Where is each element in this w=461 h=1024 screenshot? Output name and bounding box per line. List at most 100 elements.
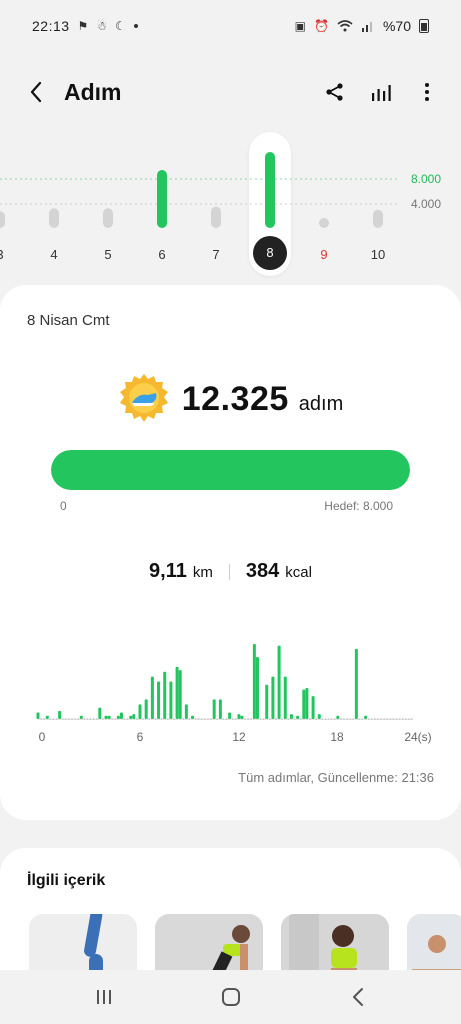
- app-icon: ☃: [96, 19, 108, 33]
- hourly-bar: [354, 648, 358, 719]
- hourly-dot: [216, 718, 219, 720]
- hourly-bar: [302, 689, 306, 719]
- status-left: 22:13 ⚑ ☃ ☾: [32, 18, 138, 34]
- day-column[interactable]: 5: [88, 130, 128, 280]
- hourly-dot: [250, 718, 253, 720]
- hourly-dot: [333, 718, 336, 720]
- hourly-bar: [163, 671, 167, 719]
- hourly-dot: [309, 718, 311, 720]
- hourly-dot: [160, 718, 163, 720]
- hourly-dot: [268, 718, 271, 720]
- steps-value: 12.325: [181, 379, 289, 418]
- status-right: ▣ ⏰ %70: [295, 18, 429, 34]
- hourly-dot: [401, 718, 404, 720]
- hourly-dot: [281, 718, 284, 720]
- moon-icon: ☾: [115, 19, 126, 33]
- day-label: 9: [320, 247, 328, 262]
- distance-stat: 9,11 km: [149, 560, 213, 583]
- stats-button[interactable]: [369, 80, 393, 104]
- day-column[interactable]: 4: [34, 130, 74, 280]
- day-label: 8: [253, 236, 287, 270]
- battery-percent: %70: [382, 18, 411, 34]
- hourly-dot: [361, 718, 364, 720]
- day-column[interactable]: 8: [250, 130, 290, 280]
- hourly-bar: [45, 715, 49, 719]
- day-column[interactable]: 6: [142, 130, 182, 280]
- progress-goal-label: Hedef: 8.000: [324, 499, 393, 513]
- steps-progress-bar: [51, 450, 410, 490]
- back-button[interactable]: [22, 78, 50, 106]
- signal-icon: [361, 22, 372, 32]
- hourly-bar: [271, 676, 275, 719]
- hourly-dot: [349, 718, 352, 720]
- day-label: 5: [104, 247, 112, 262]
- hourly-bar: [178, 670, 182, 719]
- hourly-bar: [336, 715, 340, 719]
- hourly-dot: [262, 718, 265, 720]
- share-icon: [326, 83, 343, 101]
- hour-tick-label: 0: [38, 730, 46, 744]
- day-column[interactable]: 3: [0, 130, 20, 280]
- hourly-dot: [40, 718, 42, 720]
- goal-line-label: 8.000: [410, 172, 441, 186]
- hourly-dot: [321, 718, 324, 720]
- status-time: 22:13: [32, 18, 70, 34]
- day-column[interactable]: 7: [196, 130, 236, 280]
- progress-min-label: 0: [60, 499, 67, 513]
- home-button[interactable]: [211, 977, 251, 1017]
- hourly-dot: [102, 718, 104, 720]
- hourly-dot: [398, 718, 401, 720]
- steps-row: 12.325 adım: [0, 373, 461, 425]
- recent-apps-button[interactable]: [84, 977, 124, 1017]
- calories-unit: kcal: [285, 564, 312, 581]
- hourly-bar: [129, 715, 133, 719]
- hourly-dot: [74, 718, 76, 720]
- hourly-bar: [98, 707, 102, 719]
- hourly-dot: [86, 718, 89, 720]
- hourly-dot: [411, 718, 413, 720]
- hourly-dot: [367, 718, 370, 720]
- hourly-dot: [83, 718, 86, 720]
- hourly-dot: [352, 718, 355, 720]
- hourly-bar: [317, 714, 321, 719]
- weekly-chart: 8.000 4.000 3 4 5 6 7 8 9 10: [0, 130, 461, 280]
- status-bar: 22:13 ⚑ ☃ ☾ ▣ ⏰ %70: [0, 0, 461, 52]
- lock-icon: ▣: [294, 19, 307, 33]
- hourly-dot: [64, 718, 67, 720]
- day-column[interactable]: 9: [304, 130, 344, 280]
- stats-row: 9,11 km 384 kcal: [0, 560, 461, 583]
- day-label: 3: [0, 247, 20, 262]
- share-button[interactable]: [323, 80, 347, 104]
- hourly-dot: [234, 718, 237, 720]
- date-label: 8 Nisan Cmt: [27, 312, 110, 329]
- day-column[interactable]: 10: [358, 130, 398, 280]
- hourly-steps-chart[interactable]: [0, 615, 461, 725]
- hourly-dot: [346, 718, 348, 720]
- hourly-dot: [374, 718, 376, 720]
- hourly-bar: [58, 710, 62, 719]
- hourly-bar: [305, 688, 309, 719]
- hourly-dot: [182, 718, 185, 720]
- hourly-bar: [169, 681, 173, 719]
- hourly-bar: [104, 715, 108, 719]
- hourly-bar: [252, 644, 256, 719]
- hourly-bar: [289, 714, 293, 719]
- hourly-bar: [144, 699, 148, 719]
- hourly-bar: [277, 645, 281, 719]
- hourly-dot: [377, 718, 379, 720]
- hourly-bar: [237, 714, 241, 719]
- hourly-bar: [132, 714, 136, 719]
- more-options-button[interactable]: [415, 80, 439, 104]
- hourly-dot: [154, 718, 157, 720]
- hourly-dot: [315, 718, 318, 720]
- hourly-bar: [184, 704, 188, 719]
- hourly-bar: [157, 681, 161, 719]
- hourly-dot: [61, 718, 64, 720]
- back-nav-button[interactable]: [338, 977, 378, 1017]
- hour-tick-label: 12: [232, 730, 246, 744]
- day-label: 6: [158, 247, 166, 262]
- back-nav-icon: [352, 988, 363, 1006]
- hourly-bar: [191, 715, 195, 719]
- notification-icon: ⚑: [77, 19, 89, 33]
- hourly-dot: [358, 718, 361, 720]
